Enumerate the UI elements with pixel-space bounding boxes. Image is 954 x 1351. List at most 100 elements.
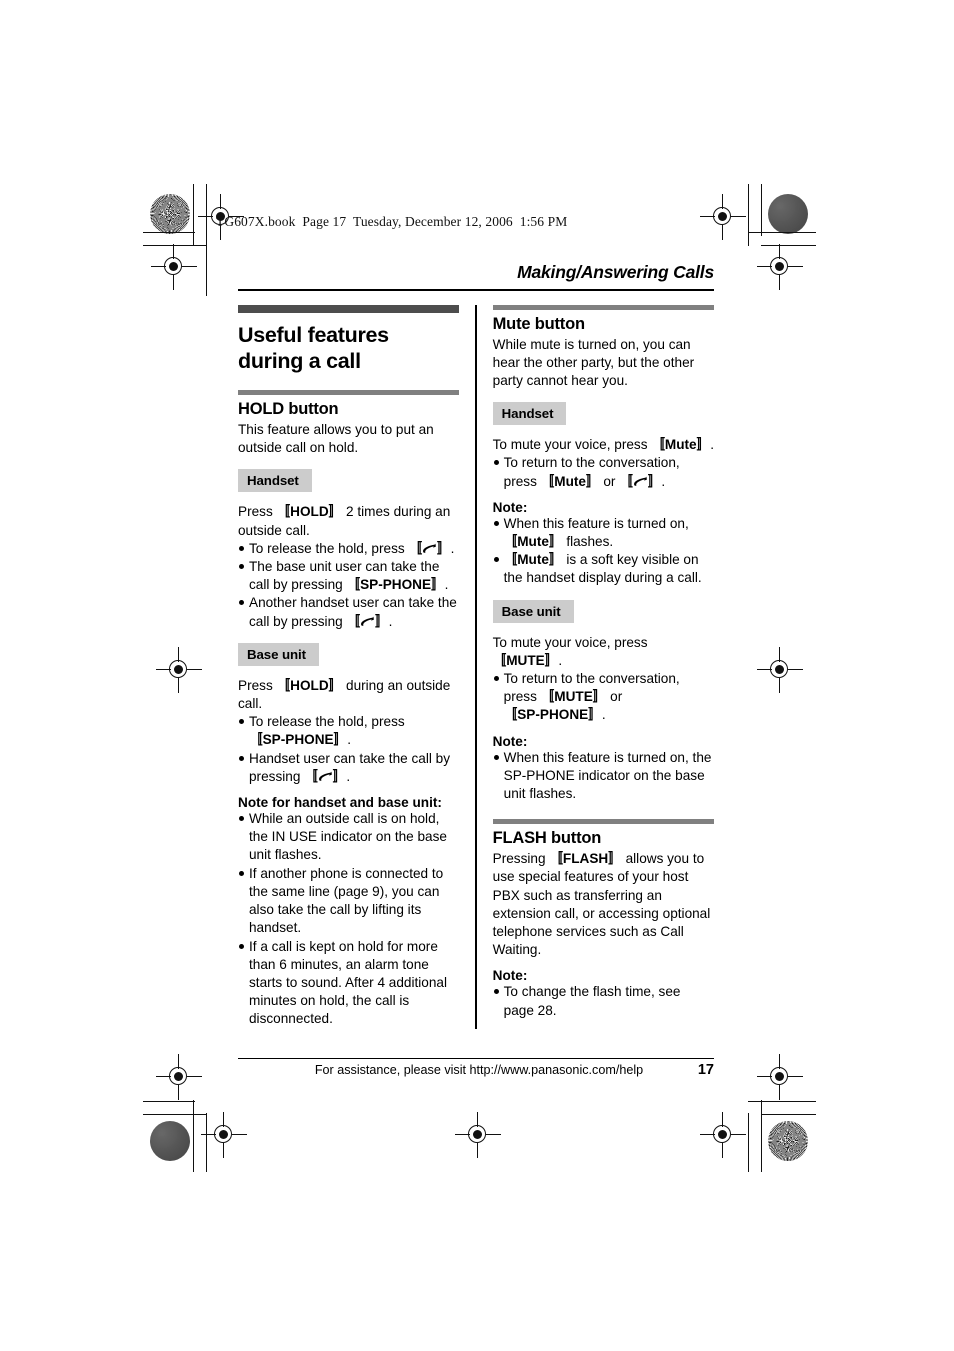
registration-crosshair — [156, 1054, 202, 1100]
crop-line — [206, 184, 208, 296]
flash-button-heading: FLASH button — [492, 829, 602, 848]
crop-line — [761, 1114, 816, 1116]
list-item: To return to the conversation, press 〚Mu… — [493, 454, 714, 490]
crop-line — [748, 232, 816, 234]
crop-line — [761, 1100, 763, 1172]
crop-line — [206, 1113, 208, 1172]
list-item: To release the hold, press 〚〛. — [238, 540, 459, 558]
left-column: Useful features during a call HOLD butto… — [238, 304, 475, 1029]
crop-line — [748, 1101, 816, 1103]
key-mute: 〚Mute〛 — [503, 534, 563, 550]
header-divider — [238, 289, 714, 291]
list-item: 〚Mute〛 is a soft key visible on the hand… — [493, 551, 714, 587]
mute-base-bullets: To return to the conversation, press 〚MU… — [493, 670, 714, 725]
mute-base-note-heading: Note: — [492, 733, 528, 749]
crop-line — [193, 184, 195, 246]
key-mute: 〚Mute〛 — [651, 437, 711, 453]
list-item: When this feature is turned on, the SP-P… — [493, 749, 714, 804]
phone-handset-icon — [360, 616, 375, 627]
registration-crosshair — [757, 1054, 803, 1100]
hold-handset-instruction-pre: Press — [238, 504, 277, 520]
list-item: If a call is kept on hold for more than … — [238, 938, 459, 1029]
crop-line — [748, 184, 750, 246]
page-footer: For assistance, please visit http://www.… — [238, 1062, 714, 1078]
key-mute: 〚Mute〛 — [503, 552, 563, 568]
hold-handset-instruction: Press 〚HOLD〛 2 times during an outside c… — [238, 503, 459, 539]
mute-handset-note-heading: Note: — [492, 499, 528, 515]
hold-button-heading: HOLD button — [238, 400, 339, 419]
key-hold: 〚HOLD〛 — [276, 677, 343, 693]
assistance-text: For assistance, please visit http://www.… — [314, 1063, 644, 1077]
registration-crosshair — [201, 1112, 247, 1158]
hold-note-bullets: While an outside call is on hold, the IN… — [238, 810, 459, 1028]
mute-base-instruction: To mute your voice, press 〚MUTE〛. — [492, 634, 648, 668]
crop-line — [761, 245, 816, 247]
list-item: To return to the conversation, press 〚MU… — [493, 670, 714, 725]
key-talk: 〚〛 — [304, 768, 347, 784]
key-mute-caps: 〚MUTE〛 — [492, 652, 559, 668]
flash-note-bullets: To change the flash time, see page 28. — [493, 983, 714, 1019]
list-item: Another handset user can take the call b… — [238, 594, 459, 630]
flash-note-heading: Note: — [492, 968, 528, 984]
mute-handset-label: Handset — [492, 402, 567, 426]
key-hold: 〚HOLD〛 — [276, 504, 343, 520]
halftone-target-bottom-left — [150, 1121, 190, 1161]
page-content: Making/Answering Calls Useful features d… — [238, 262, 714, 1029]
mute-intro-text: While mute is turned on, you can hear th… — [492, 336, 695, 388]
list-item: To change the flash time, see page 28. — [493, 983, 714, 1019]
hold-base-instruction: Press 〚HOLD〛 during an outside call. — [238, 677, 451, 712]
list-item: To release the hold, press 〚SP-PHONE〛. — [238, 713, 459, 749]
key-sp-phone: 〚SP-PHONE〛 — [503, 707, 602, 723]
crop-line — [143, 245, 207, 247]
halftone-target-top-right — [768, 194, 808, 234]
hold-note-heading: Note for handset and base unit: — [238, 795, 442, 811]
crop-line — [748, 1113, 750, 1172]
registration-crosshair — [757, 244, 803, 290]
right-column: Mute button While mute is turned on, you… — [477, 304, 714, 1029]
mute-base-unit-label: Base unit — [492, 599, 574, 623]
running-head: Making/Answering Calls — [517, 262, 714, 282]
registration-crosshair — [455, 1112, 501, 1158]
registration-crosshair — [151, 244, 197, 290]
key-talk: 〚〛 — [346, 613, 389, 629]
key-sp-phone: 〚SP-PHONE〛 — [249, 732, 348, 748]
page-number: 17 — [697, 1062, 714, 1078]
title-rule — [238, 304, 460, 313]
mute-button-heading: Mute button — [492, 314, 585, 333]
list-item: While an outside call is on hold, the IN… — [238, 810, 459, 865]
two-column-layout: Useful features during a call HOLD butto… — [238, 304, 714, 1029]
hold-base-unit-label: Base unit — [238, 642, 319, 666]
mute-handset-bullets: To return to the conversation, press 〚Mu… — [493, 454, 714, 490]
crop-line — [761, 184, 763, 236]
key-talk: 〚〛 — [408, 540, 451, 556]
list-item: If another phone is connected to the sam… — [238, 865, 459, 938]
crop-line — [143, 1114, 207, 1116]
hold-intro-text: This feature allows you to put an outsid… — [238, 422, 434, 456]
halftone-target-bottom-right — [768, 1121, 808, 1161]
key-mute: 〚Mute〛 — [540, 473, 600, 489]
key-mute-caps: 〚MUTE〛 — [540, 689, 607, 705]
list-item: When this feature is turned on, 〚Mute〛 f… — [493, 515, 714, 551]
key-sp-phone: 〚SP-PHONE〛 — [346, 577, 445, 593]
flash-section-rule — [492, 819, 714, 825]
mute-handset-note-bullets: When this feature is turned on, 〚Mute〛 f… — [493, 515, 714, 588]
halftone-target-top-left — [150, 194, 190, 234]
mute-section-rule — [492, 304, 714, 310]
book-meta-line: TG607X.book Page 17 Tuesday, December 12… — [216, 214, 568, 229]
list-item: Handset user can take the call by pressi… — [238, 750, 459, 786]
mute-handset-instruction: To mute your voice, press 〚Mute〛. — [492, 437, 714, 453]
mute-base-note-bullets: When this feature is turned on, the SP-P… — [493, 749, 714, 804]
hold-base-bullets: To release the hold, press 〚SP-PHONE〛. H… — [238, 713, 459, 786]
list-item: The base unit user can take the call by … — [238, 558, 459, 594]
page-title: Useful features during a call — [238, 322, 389, 373]
registration-crosshair — [757, 647, 803, 693]
flash-intro-text: Pressing 〚FLASH〛 allows you to use speci… — [492, 851, 711, 958]
crop-line — [193, 1100, 195, 1172]
hold-section-rule — [238, 390, 460, 396]
hold-handset-bullets: To release the hold, press 〚〛. The base … — [238, 540, 459, 631]
registration-crosshair — [700, 194, 746, 240]
key-flash: 〚FLASH〛 — [549, 851, 622, 867]
hold-handset-label: Handset — [238, 469, 312, 493]
phone-handset-icon — [318, 771, 333, 782]
registration-crosshair — [156, 647, 202, 693]
